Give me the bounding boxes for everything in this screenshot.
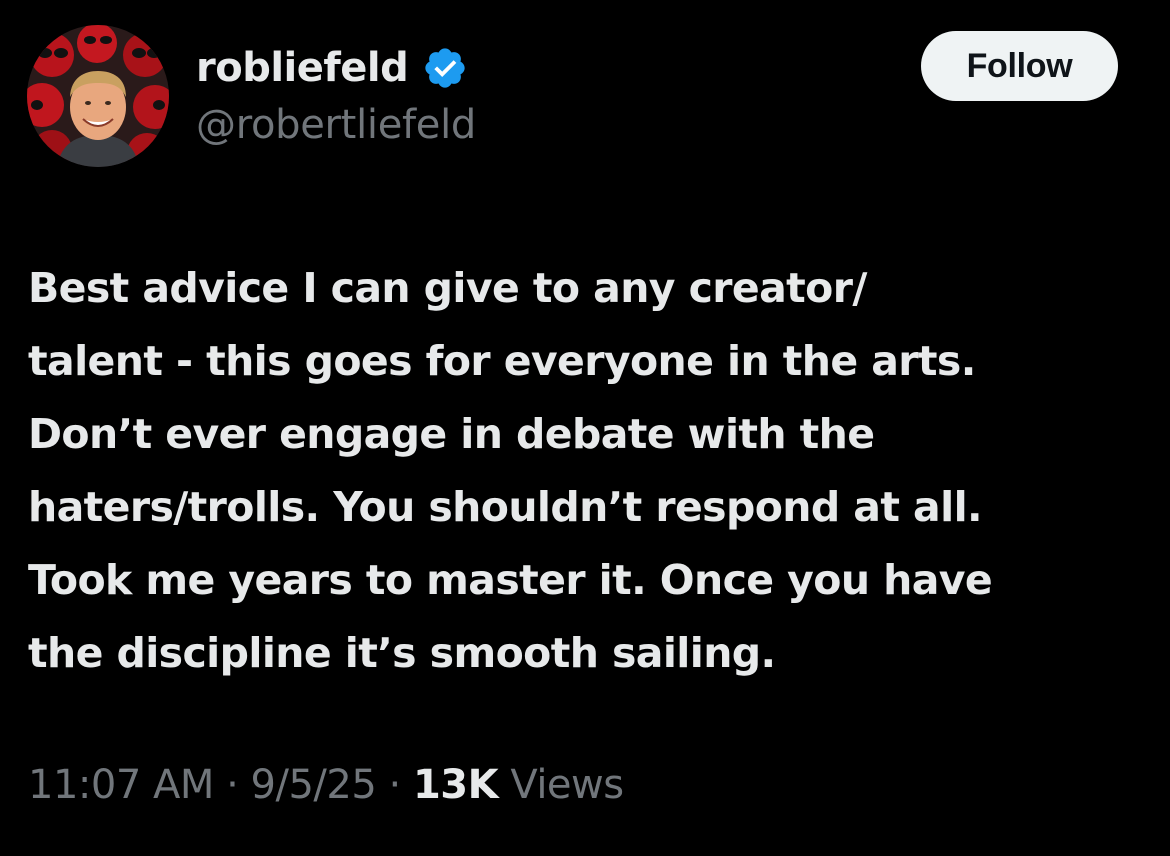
user-names: robliefeld @robertliefeld: [196, 40, 476, 148]
tweet-meta: 11:07 AM · 9/5/25 · 13K Views: [28, 762, 624, 808]
display-name[interactable]: robliefeld: [196, 45, 409, 91]
user-handle[interactable]: @robertliefeld: [196, 102, 476, 148]
tweet-text-line: haters/trolls. You shouldn’t respond at …: [28, 483, 983, 531]
tweet-text-line: Don’t ever engage in debate with the: [28, 410, 875, 458]
avatar-image: [27, 25, 169, 167]
display-name-row: robliefeld: [196, 40, 476, 96]
tweet-text-line: the discipline it’s smooth sailing.: [28, 629, 776, 677]
tweet-card: robliefeld @robertliefeld Follow Best ad…: [0, 0, 1170, 856]
tweet-text-line: Best advice I can give to any creator/: [28, 264, 867, 312]
avatar[interactable]: [27, 25, 169, 167]
meta-separator: ·: [388, 762, 402, 808]
meta-separator: ·: [226, 762, 239, 808]
tweet-date[interactable]: 9/5/25: [251, 762, 377, 808]
views-label: Views: [510, 762, 624, 808]
tweet-text-line: talent - this goes for everyone in the a…: [28, 337, 976, 385]
tweet-text: Best advice I can give to any creator/ t…: [28, 252, 1158, 690]
views-count: 13K: [412, 762, 499, 808]
tweet-time[interactable]: 11:07 AM: [28, 762, 214, 808]
tweet-text-line: Took me years to master it. Once you hav…: [28, 556, 993, 604]
follow-button[interactable]: Follow: [921, 31, 1118, 101]
verified-badge-icon[interactable]: [422, 45, 468, 91]
